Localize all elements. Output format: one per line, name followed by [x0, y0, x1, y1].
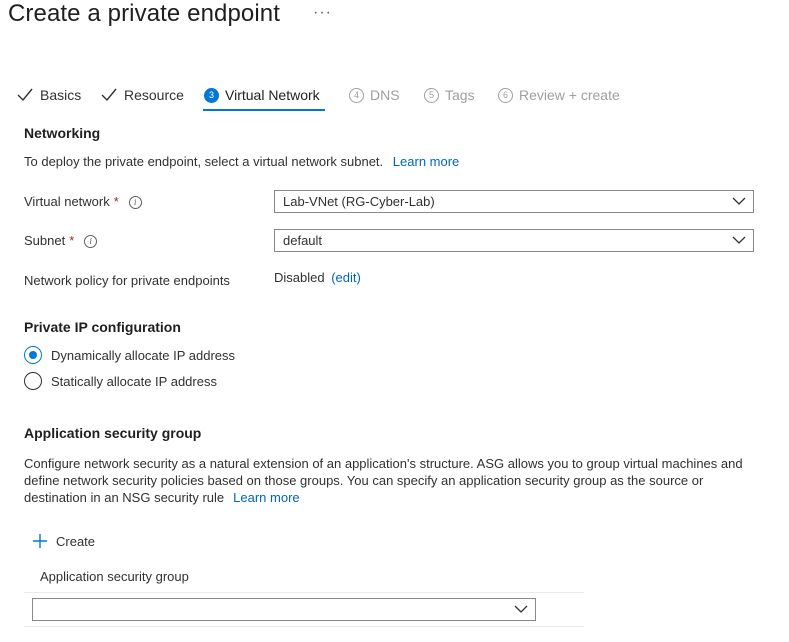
tab-basics-label: Basics: [40, 87, 82, 103]
asg-description-text: destination in an NSG security rule: [24, 490, 225, 505]
step-number-badge: 4: [349, 87, 364, 103]
radio-static-ip[interactable]: Statically allocate IP address: [24, 372, 217, 390]
asg-heading: Application security group: [24, 425, 202, 441]
asg-description-line: Configure network security as a natural …: [24, 456, 743, 471]
tab-review-create-label: Review + create: [519, 87, 620, 103]
tab-resource[interactable]: Resource: [100, 84, 184, 106]
virtual-network-value: Lab-VNet (RG-Cyber-Lab): [283, 194, 435, 209]
private-ip-heading: Private IP configuration: [24, 319, 181, 335]
required-indicator: *: [113, 194, 119, 209]
asg-column-header: Application security group: [40, 569, 189, 584]
virtual-network-label-text: Virtual network: [24, 194, 110, 209]
virtual-network-label: Virtual network * i: [24, 194, 142, 209]
radio-dynamic-ip-label: Dynamically allocate IP address: [51, 347, 236, 363]
tab-dns[interactable]: 4 DNS: [349, 84, 400, 106]
networking-description: To deploy the private endpoint, select a…: [24, 154, 459, 169]
asg-learn-more-link[interactable]: Learn more: [233, 490, 299, 505]
networking-learn-more-link[interactable]: Learn more: [393, 154, 459, 169]
asg-description-line: destination in an NSG security rule Learn…: [24, 489, 743, 506]
tab-virtual-network[interactable]: 3 Virtual Network: [204, 84, 320, 106]
asg-description: Configure network security as a natural …: [24, 455, 743, 506]
plus-icon: [33, 534, 47, 548]
tab-resource-label: Resource: [124, 87, 184, 103]
create-asg-button[interactable]: Create: [32, 533, 95, 549]
create-asg-label: Create: [56, 533, 96, 549]
subnet-label: Subnet * i: [24, 233, 98, 248]
step-number-badge: 3: [204, 87, 219, 103]
table-divider: [24, 626, 584, 627]
network-policy-value: Disabled (edit): [274, 270, 361, 285]
network-policy-edit-link[interactable]: (edit): [331, 270, 361, 285]
networking-heading: Networking: [24, 125, 101, 141]
table-divider: [24, 592, 584, 593]
more-options-button[interactable]: ···: [313, 4, 332, 22]
tab-tags[interactable]: 5 Tags: [424, 84, 475, 106]
tab-basics[interactable]: Basics: [16, 84, 81, 106]
subnet-label-text: Subnet: [24, 233, 66, 248]
subnet-value: default: [283, 233, 323, 248]
step-number-badge: 6: [498, 87, 513, 103]
chevron-down-icon: [732, 197, 746, 205]
checkmark-icon: [17, 88, 33, 102]
page-title: Create a private endpoint: [8, 0, 281, 27]
info-icon[interactable]: i: [84, 235, 98, 248]
asg-description-line: define network security policies based o…: [24, 473, 704, 488]
checkmark-icon: [101, 88, 117, 102]
radio-dynamic-ip[interactable]: Dynamically allocate IP address: [24, 346, 235, 364]
tab-review-create[interactable]: 6 Review + create: [498, 84, 620, 106]
info-icon[interactable]: i: [128, 196, 142, 209]
tab-dns-label: DNS: [370, 87, 400, 103]
tab-virtual-network-label: Virtual Network: [225, 87, 320, 103]
radio-button-checked[interactable]: [24, 346, 42, 364]
radio-static-ip-label: Statically allocate IP address: [51, 373, 217, 389]
chevron-down-icon: [732, 236, 746, 244]
subnet-dropdown[interactable]: default: [274, 229, 754, 252]
active-tab-indicator: [203, 109, 325, 111]
step-number-badge: 5: [424, 87, 439, 103]
virtual-network-dropdown[interactable]: Lab-VNet (RG-Cyber-Lab): [274, 190, 754, 213]
radio-button[interactable]: [24, 372, 42, 390]
network-policy-label: Network policy for private endpoints: [24, 273, 230, 288]
asg-dropdown[interactable]: [32, 598, 536, 621]
tab-tags-label: Tags: [445, 87, 475, 103]
networking-description-text: To deploy the private endpoint, select a…: [24, 154, 384, 169]
network-policy-status: Disabled: [274, 270, 325, 285]
chevron-down-icon: [514, 605, 528, 613]
required-indicator: *: [69, 233, 75, 248]
